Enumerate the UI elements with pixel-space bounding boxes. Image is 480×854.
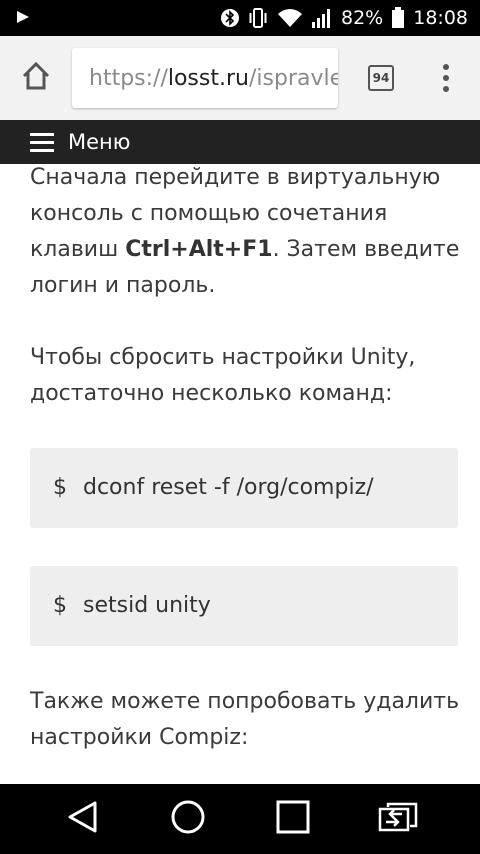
- clock: 18:08: [413, 7, 468, 29]
- cast-button[interactable]: [368, 789, 428, 849]
- url-scheme: https://: [89, 65, 168, 91]
- paragraph-1: Сначала перейдите в виртуальную консоль …: [30, 165, 460, 298]
- wifi-icon: [277, 8, 303, 28]
- code-block-1: $ dconf reset -f /org/compiz/: [30, 448, 458, 528]
- shell-prompt: $: [53, 593, 67, 618]
- more-vert-icon[interactable]: [424, 60, 468, 96]
- battery-icon: [391, 7, 405, 29]
- hamburger-icon: [30, 132, 54, 152]
- play-icon: [16, 9, 30, 28]
- url-bar[interactable]: https://losst.ru/ispravle: [72, 48, 338, 108]
- recents-button[interactable]: [263, 789, 323, 849]
- vibrate-icon: [247, 7, 269, 29]
- back-button[interactable]: [53, 789, 113, 849]
- browser-toolbar: https://losst.ru/ispravle 94: [0, 36, 480, 120]
- url-domain: losst.ru: [167, 65, 249, 91]
- url-path: /ispravle: [248, 65, 338, 91]
- home-nav-button[interactable]: [158, 789, 218, 849]
- paragraph-2: Чтобы сбросить настройки Unity, достаточ…: [30, 345, 416, 406]
- home-button[interactable]: [0, 36, 72, 120]
- site-menu-label: Меню: [68, 130, 131, 154]
- code-text: dconf reset -f /org/compiz/: [83, 475, 374, 500]
- recents-icon: [276, 800, 310, 838]
- cast-screen-icon: [378, 802, 418, 836]
- signal-icon: [311, 8, 333, 28]
- page-content: Сначала перейдите в виртуальную консоль …: [0, 120, 480, 784]
- code-block-2: $ setsid unity: [30, 566, 458, 646]
- status-bar: 82% 18:08: [0, 0, 480, 36]
- tab-count: 94: [372, 71, 390, 85]
- code-text: setsid unity: [83, 593, 211, 618]
- back-icon: [66, 800, 100, 838]
- paragraph-3: Также можете попробовать удалить настрой…: [30, 689, 460, 750]
- tabs-icon: 94: [368, 65, 394, 91]
- battery-percent: 82%: [341, 7, 384, 29]
- site-menu-bar[interactable]: Меню: [0, 120, 480, 164]
- hotkey: Ctrl+Alt+F1: [125, 237, 273, 262]
- home-circle-icon: [170, 799, 206, 839]
- tabs-button[interactable]: 94: [354, 62, 408, 94]
- navigation-bar: [0, 784, 480, 854]
- bluetooth-icon: [221, 7, 239, 29]
- article-body: Сначала перейдите в виртуальную консоль …: [30, 160, 460, 784]
- shell-prompt: $: [53, 475, 67, 500]
- home-icon: [21, 61, 51, 95]
